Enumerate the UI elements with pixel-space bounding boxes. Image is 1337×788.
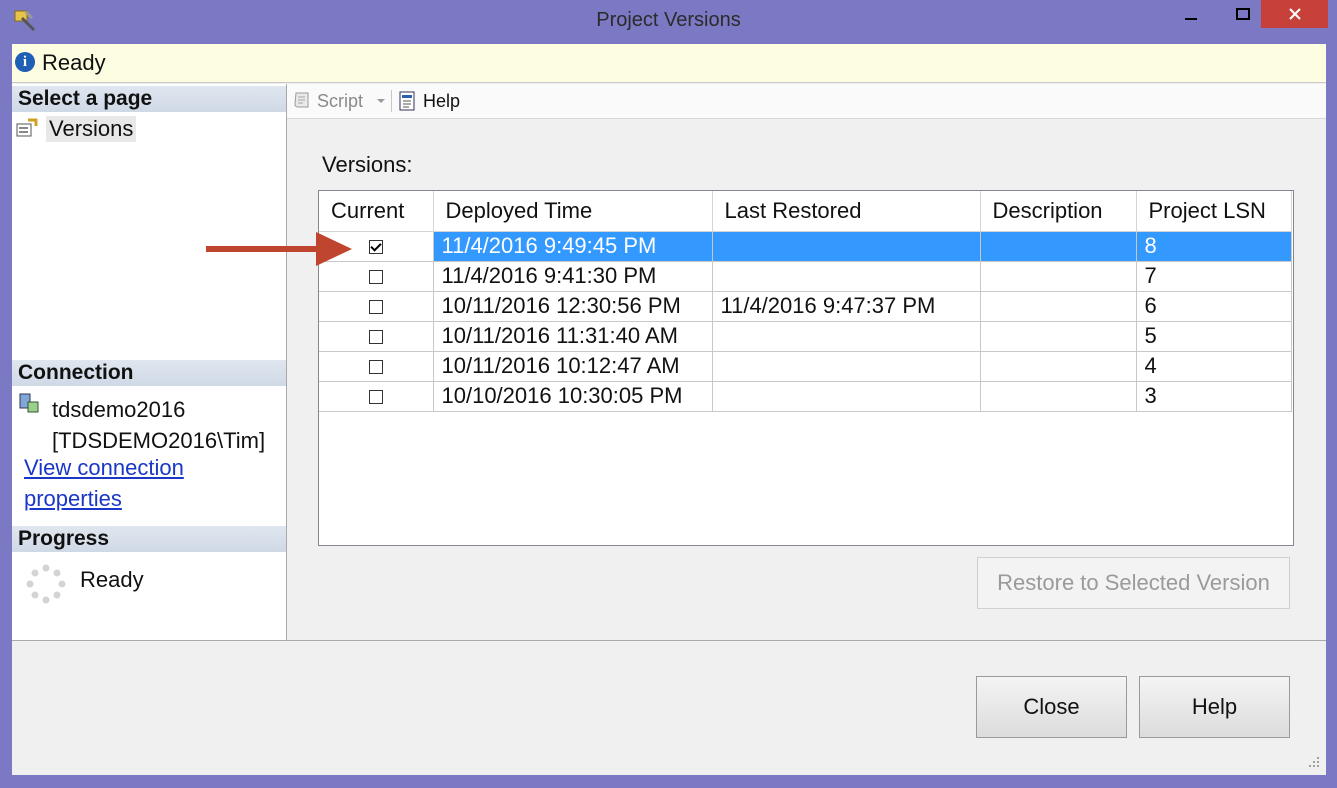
close-icon xyxy=(1288,8,1301,20)
page-item-versions[interactable]: Versions xyxy=(16,114,137,144)
versions-page-icon xyxy=(16,118,38,137)
deployed-time-cell: 10/11/2016 10:12:47 AM xyxy=(433,351,713,382)
deployed-time-cell: 11/4/2016 9:41:30 PM xyxy=(433,261,713,292)
minimize-icon xyxy=(1185,18,1197,20)
table-row[interactable]: 10/10/2016 10:30:05 PM 3 xyxy=(319,381,1292,412)
info-icon: i xyxy=(15,52,35,72)
toolbar: Script Help xyxy=(287,84,1326,119)
script-label: Script xyxy=(317,90,364,111)
script-icon xyxy=(294,92,309,108)
project-lsn-cell: 4 xyxy=(1136,351,1292,382)
deployed-time-cell: 10/11/2016 11:31:40 AM xyxy=(433,321,713,352)
script-button[interactable]: Script xyxy=(292,88,389,114)
column-header-deployed-time[interactable]: Deployed Time xyxy=(433,191,713,232)
description-cell xyxy=(980,381,1137,412)
current-cell[interactable] xyxy=(319,321,434,352)
last-restored-cell xyxy=(712,351,981,382)
last-restored-cell xyxy=(712,381,981,412)
last-restored-cell xyxy=(712,231,981,262)
description-cell xyxy=(980,291,1137,322)
project-lsn-cell: 5 xyxy=(1136,321,1292,352)
resize-grip-icon[interactable] xyxy=(1308,756,1320,768)
current-checkbox[interactable] xyxy=(368,360,383,375)
project-lsn-cell: 6 xyxy=(1136,291,1292,322)
left-panel: Select a page Versions Connection tdsdem… xyxy=(12,84,287,640)
infobar-status: Ready xyxy=(42,50,106,75)
annotation-arrow-icon xyxy=(206,232,352,266)
description-cell xyxy=(980,231,1137,262)
connection-header: Connection xyxy=(12,360,286,386)
description-cell xyxy=(980,261,1137,292)
help-button[interactable]: Help xyxy=(1139,676,1290,738)
close-button[interactable]: Close xyxy=(976,676,1127,738)
current-checkbox[interactable] xyxy=(368,330,383,345)
project-lsn-cell: 3 xyxy=(1136,381,1292,412)
deployed-time-cell: 11/4/2016 9:49:45 PM xyxy=(433,231,713,262)
versions-grid[interactable]: Current Deployed Time Last Restored Desc… xyxy=(318,190,1294,546)
project-lsn-cell: 8 xyxy=(1136,231,1292,262)
maximize-icon xyxy=(1236,8,1250,20)
help-icon xyxy=(399,91,415,111)
window-title: Project Versions xyxy=(596,9,741,31)
current-checkbox[interactable] xyxy=(368,270,383,285)
last-restored-cell xyxy=(712,321,981,352)
table-row[interactable]: 10/11/2016 11:31:40 AM 5 xyxy=(319,321,1292,352)
window-close-button[interactable] xyxy=(1261,0,1328,28)
connection-server: tdsdemo2016 xyxy=(52,397,186,422)
table-row[interactable]: 11/4/2016 9:41:30 PM 7 xyxy=(319,261,1292,292)
column-header-project-lsn[interactable]: Project LSN xyxy=(1136,191,1292,232)
current-checkbox[interactable] xyxy=(368,390,383,405)
progress-header: Progress xyxy=(12,526,286,552)
last-restored-cell xyxy=(712,261,981,292)
current-cell[interactable] xyxy=(319,381,434,412)
page-item-label: Versions xyxy=(46,116,137,142)
right-panel: Script Help Versions: Current Deployed T… xyxy=(287,84,1326,640)
deployed-time-cell: 10/11/2016 12:30:56 PM xyxy=(433,291,713,322)
progress-status: Ready xyxy=(80,567,144,592)
dialog-client-area: i Ready Select a page Versions Connectio… xyxy=(12,44,1326,775)
title-bar[interactable]: Project Versions xyxy=(0,0,1337,42)
column-header-description[interactable]: Description xyxy=(980,191,1137,232)
server-connection-icon xyxy=(19,393,39,413)
column-header-last-restored[interactable]: Last Restored xyxy=(712,191,981,232)
current-checkbox[interactable] xyxy=(368,300,383,315)
view-connection-properties-link[interactable]: View connection properties xyxy=(24,452,224,514)
minimize-button[interactable] xyxy=(1168,0,1214,30)
table-row[interactable]: 10/11/2016 10:12:47 AM 4 xyxy=(319,351,1292,382)
progress-spinner-icon xyxy=(26,564,66,604)
dialog-footer xyxy=(12,640,1326,775)
maximize-button[interactable] xyxy=(1220,0,1266,30)
grid-header-row: Current Deployed Time Last Restored Desc… xyxy=(319,191,1292,232)
project-lsn-cell: 7 xyxy=(1136,261,1292,292)
current-checkbox[interactable] xyxy=(368,240,383,255)
current-cell[interactable] xyxy=(319,351,434,382)
table-row[interactable]: 11/4/2016 9:49:45 PM 8 xyxy=(319,231,1292,262)
select-page-header: Select a page xyxy=(12,86,286,112)
help-label: Help xyxy=(423,90,461,111)
table-row[interactable]: 10/11/2016 12:30:56 PM 11/4/2016 9:47:37… xyxy=(319,291,1292,322)
current-cell[interactable] xyxy=(319,291,434,322)
chevron-down-icon xyxy=(377,99,386,103)
description-cell xyxy=(980,321,1137,352)
restore-to-selected-version-button[interactable]: Restore to Selected Version xyxy=(977,557,1290,609)
versions-caption: Versions: xyxy=(322,152,413,177)
deployed-time-cell: 10/10/2016 10:30:05 PM xyxy=(433,381,713,412)
description-cell xyxy=(980,351,1137,382)
connection-user: [TDSDEMO2016\Tim] xyxy=(52,428,266,453)
status-infobar: i Ready xyxy=(12,44,1326,83)
last-restored-cell: 11/4/2016 9:47:37 PM xyxy=(712,291,981,322)
toolbar-help-button[interactable]: Help xyxy=(397,88,460,114)
toolbar-separator xyxy=(391,90,392,112)
dialog-window: Project Versions i Ready Select a page V… xyxy=(0,0,1337,788)
